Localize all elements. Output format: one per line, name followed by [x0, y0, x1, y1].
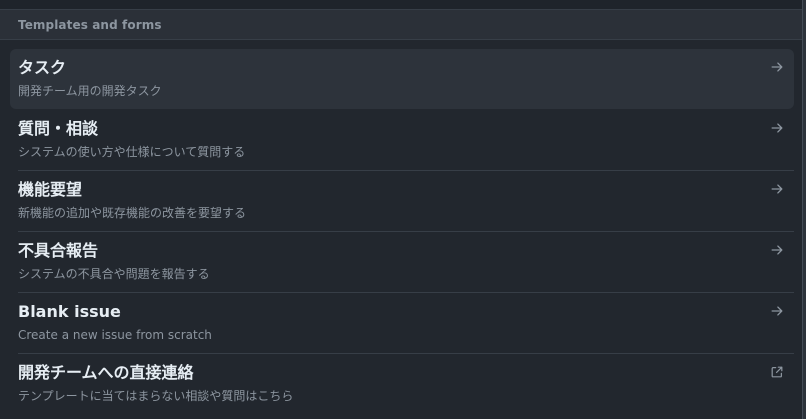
template-description: 新機能の追加や既存機能の改善を要望する	[18, 206, 247, 220]
template-title: 質問・相談	[18, 119, 99, 138]
template-item-blank-issue[interactable]: Blank issue Create a new issue from scra…	[10, 293, 794, 353]
template-item-question[interactable]: 質問・相談 システムの使い方や仕様について質問する	[10, 110, 794, 170]
template-list: タスク 開発チーム用の開発タスク 質問・相談 システムの使い方や仕様について質問…	[10, 49, 794, 414]
arrow-right-icon	[770, 60, 784, 74]
template-title: 機能要望	[18, 180, 83, 199]
arrow-right-icon	[770, 243, 784, 257]
template-item-contact-link[interactable]: 開発チームへの直接連絡 テンプレートに当てはまらない相談や質問はこちら	[10, 354, 794, 414]
arrow-right-icon	[770, 121, 784, 135]
template-title: 不具合報告	[18, 241, 99, 260]
template-item-feature-request[interactable]: 機能要望 新機能の追加や既存機能の改善を要望する	[10, 171, 794, 231]
templates-panel: Templates and forms タスク 開発チーム用の開発タスク 質問・…	[0, 0, 803, 419]
link-external-icon	[770, 365, 784, 379]
template-item-bug-report[interactable]: 不具合報告 システムの不具合や問題を報告する	[10, 232, 794, 292]
arrow-right-icon	[770, 304, 784, 318]
top-strip	[0, 0, 802, 10]
arrow-right-icon	[770, 182, 784, 196]
template-item-task[interactable]: タスク 開発チーム用の開発タスク	[10, 49, 794, 109]
template-description: システムの不具合や問題を報告する	[18, 267, 210, 281]
template-description: テンプレートに当てはまらない相談や質問はこちら	[18, 389, 294, 403]
template-title: タスク	[18, 58, 67, 77]
section-title: Templates and forms	[18, 17, 162, 32]
template-description: 開発チーム用の開発タスク	[18, 84, 162, 98]
template-title: Blank issue	[18, 302, 121, 321]
template-title: 開発チームへの直接連絡	[18, 363, 194, 382]
template-description: システムの使い方や仕様について質問する	[18, 145, 246, 159]
section-header: Templates and forms	[0, 10, 802, 40]
template-description: Create a new issue from scratch	[18, 328, 212, 342]
